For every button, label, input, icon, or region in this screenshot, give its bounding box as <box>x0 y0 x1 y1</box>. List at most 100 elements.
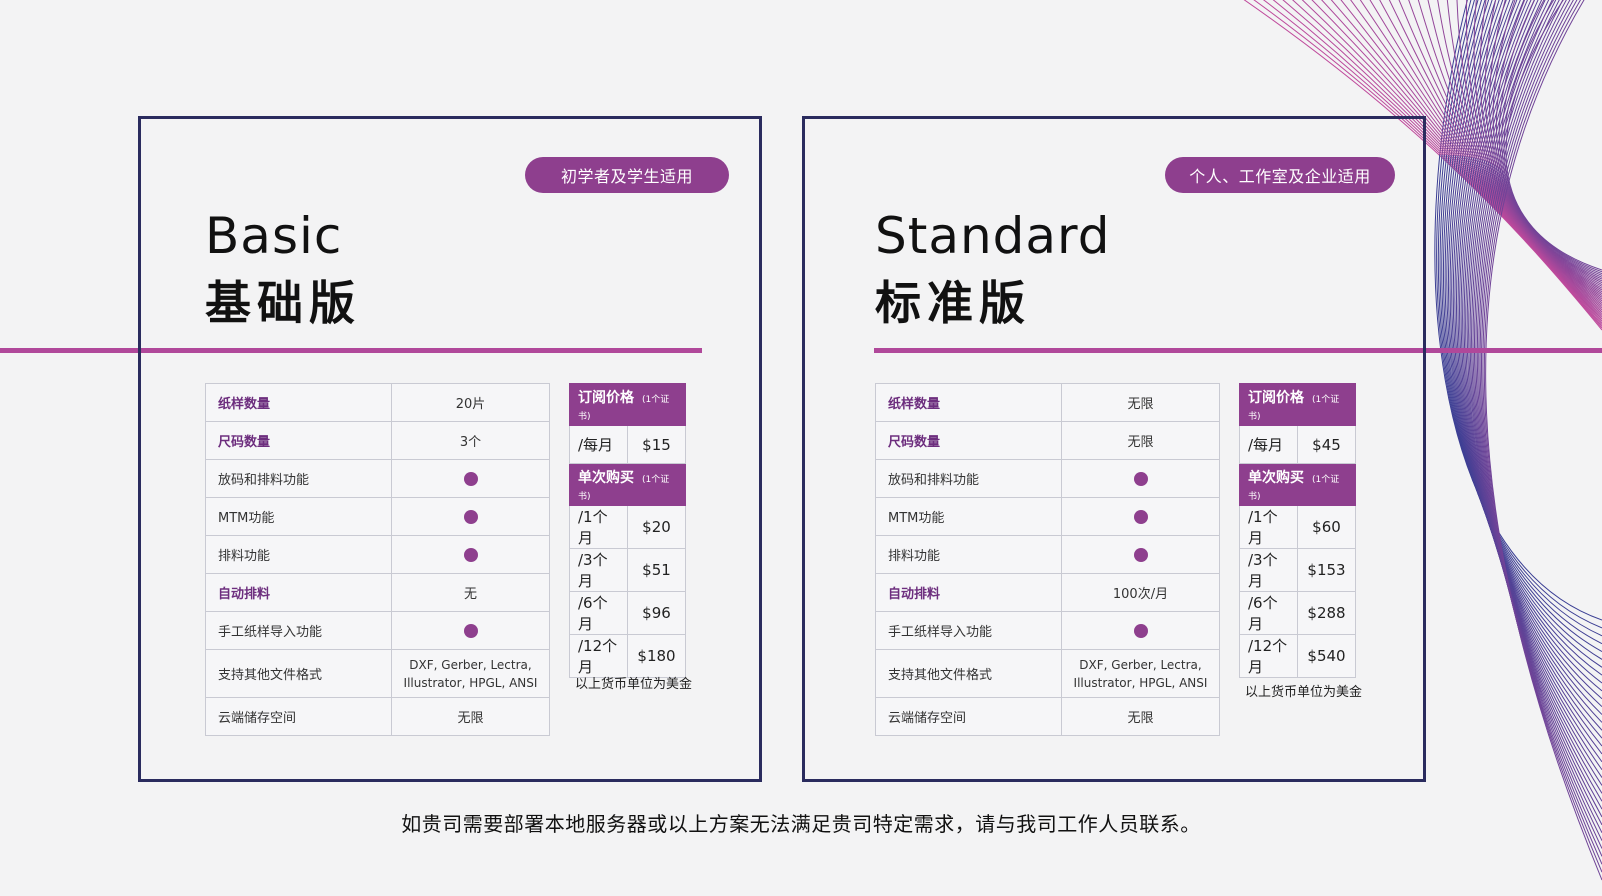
price-row: /1个月 $60 <box>1239 505 1356 549</box>
price-period: /每月 <box>569 425 628 464</box>
basic-title-en: Basic <box>205 207 343 265</box>
feature-value <box>1061 497 1220 536</box>
price-value: $153 <box>1297 548 1356 592</box>
feature-label: 手工纸样导入功能 <box>875 611 1062 650</box>
price-row: /1个月 $20 <box>569 505 686 549</box>
basic-title-zh: 基础版 <box>205 276 361 330</box>
price-value: $288 <box>1297 591 1356 635</box>
feature-label: 放码和排料功能 <box>875 459 1062 498</box>
feature-label: 纸样数量 <box>875 383 1062 422</box>
feature-value: 无限 <box>1061 383 1220 422</box>
subscription-header-label: 订阅价格 <box>1248 389 1304 406</box>
feature-label: 云端储存空间 <box>205 697 392 736</box>
included-dot-icon <box>463 471 478 486</box>
feature-row: 手工纸样导入功能 <box>205 611 550 650</box>
included-dot-icon <box>1133 471 1148 486</box>
feature-row: 放码和排料功能 <box>205 459 550 498</box>
price-row: /12个月 $540 <box>1239 634 1356 678</box>
feature-row: 纸样数量 无限 <box>875 383 1220 422</box>
price-period: /12个月 <box>569 634 628 678</box>
feature-row: 云端储存空间 无限 <box>205 697 550 736</box>
basic-currency-note: 以上货币单位为美金 <box>575 677 693 692</box>
feature-value: 3个 <box>391 421 550 460</box>
subscription-header-label: 订阅价格 <box>578 389 634 406</box>
single-header: 单次购买 (1个证书) <box>569 463 686 506</box>
price-value: $180 <box>627 634 686 678</box>
included-dot-icon <box>1133 509 1148 524</box>
feature-label: 支持其他文件格式 <box>205 649 392 698</box>
feature-value: 20片 <box>391 383 550 422</box>
price-row: /3个月 $51 <box>569 548 686 592</box>
price-period: /3个月 <box>1239 548 1298 592</box>
included-dot-icon <box>1133 623 1148 638</box>
price-value: $51 <box>627 548 686 592</box>
feature-value: 100次/月 <box>1061 573 1220 612</box>
feature-row: 放码和排料功能 <box>875 459 1220 498</box>
feature-label: 排料功能 <box>205 535 392 574</box>
standard-currency-note: 以上货币单位为美金 <box>1245 685 1363 700</box>
price-value: $45 <box>1297 425 1356 464</box>
feature-value: DXF, Gerber, Lectra, Illustrator, HPGL, … <box>391 649 550 698</box>
single-header: 单次购买 (1个证书) <box>1239 463 1356 506</box>
price-row: /每月 $45 <box>1239 425 1356 464</box>
single-header-label: 单次购买 <box>578 469 634 486</box>
feature-label: 放码和排料功能 <box>205 459 392 498</box>
feature-value <box>391 535 550 574</box>
subscription-header: 订阅价格 (1个证书) <box>569 383 686 426</box>
price-row: /3个月 $153 <box>1239 548 1356 592</box>
standard-feature-table: 纸样数量 无限 尺码数量 无限 放码和排料功能 MTM功能 排料功能 自动排料 100次/月 手工… <box>875 383 1220 736</box>
price-period: /12个月 <box>1239 634 1298 678</box>
standard-plan-card: 个人、工作室及企业适用 Standard 标准版 纸样数量 无限 尺码数量 无限 放码和… <box>802 116 1426 782</box>
contact-footer-text: 如贵司需要部署本地服务器或以上方案无法满足贵司特定需求，请与我司工作人员联系。 <box>401 812 1201 836</box>
subscription-header-row: 订阅价格 (1个证书) <box>569 383 686 426</box>
feature-row: 纸样数量 20片 <box>205 383 550 422</box>
included-dot-icon <box>463 547 478 562</box>
feature-row: MTM功能 <box>205 497 550 536</box>
standard-title-en: Standard <box>875 207 1111 265</box>
standard-price-table: 订阅价格 (1个证书)/每月 $45 单次购买 (1个证书)/1个月 $60/3个月 $15… <box>1239 383 1356 678</box>
included-dot-icon <box>1133 547 1148 562</box>
feature-value <box>391 459 550 498</box>
included-dot-icon <box>463 509 478 524</box>
feature-row: 尺码数量 3个 <box>205 421 550 460</box>
feature-label: MTM功能 <box>205 497 392 536</box>
feature-label: 云端储存空间 <box>875 697 1062 736</box>
feature-value <box>1061 535 1220 574</box>
feature-value: 无限 <box>1061 697 1220 736</box>
price-period: /1个月 <box>569 505 628 549</box>
feature-row: MTM功能 <box>875 497 1220 536</box>
price-row: /每月 $15 <box>569 425 686 464</box>
price-period: /6个月 <box>1239 591 1298 635</box>
price-period: /1个月 <box>1239 505 1298 549</box>
price-period: /每月 <box>1239 425 1298 464</box>
single-header-row: 单次购买 (1个证书) <box>569 463 686 506</box>
feature-label: 尺码数量 <box>205 421 392 460</box>
price-value: $540 <box>1297 634 1356 678</box>
basic-feature-table: 纸样数量 20片 尺码数量 3个 放码和排料功能 MTM功能 排料功能 自动排料无手工纸样导入… <box>205 383 550 736</box>
feature-value <box>391 611 550 650</box>
feature-row: 自动排料无 <box>205 573 550 612</box>
feature-value <box>1061 611 1220 650</box>
feature-value <box>1061 459 1220 498</box>
single-header-row: 单次购买 (1个证书) <box>1239 463 1356 506</box>
feature-value: 无限 <box>1061 421 1220 460</box>
feature-row: 尺码数量 无限 <box>875 421 1220 460</box>
standard-audience-badge: 个人、工作室及企业适用 <box>1165 157 1395 193</box>
price-value: $96 <box>627 591 686 635</box>
basic-plan-card: 初学者及学生适用 Basic 基础版 纸样数量 20片 尺码数量 3个 放码和排料功能 M… <box>138 116 762 782</box>
feature-row: 排料功能 <box>205 535 550 574</box>
feature-label: 排料功能 <box>875 535 1062 574</box>
feature-row: 支持其他文件格式 DXF, Gerber, Lectra, Illustrator… <box>205 649 550 698</box>
single-header-label: 单次购买 <box>1248 469 1304 486</box>
feature-row: 云端储存空间 无限 <box>875 697 1220 736</box>
subscription-header: 订阅价格 (1个证书) <box>1239 383 1356 426</box>
feature-value: 无限 <box>391 697 550 736</box>
feature-value: DXF, Gerber, Lectra, Illustrator, HPGL, … <box>1061 649 1220 698</box>
price-value: $20 <box>627 505 686 549</box>
basic-price-table: 订阅价格 (1个证书)/每月 $15 单次购买 (1个证书)/1个月 $20/3个月 $51… <box>569 383 686 678</box>
basic-audience-badge: 初学者及学生适用 <box>525 157 729 193</box>
feature-label: 手工纸样导入功能 <box>205 611 392 650</box>
price-row: /6个月 $96 <box>569 591 686 635</box>
included-dot-icon <box>463 623 478 638</box>
price-value: $60 <box>1297 505 1356 549</box>
